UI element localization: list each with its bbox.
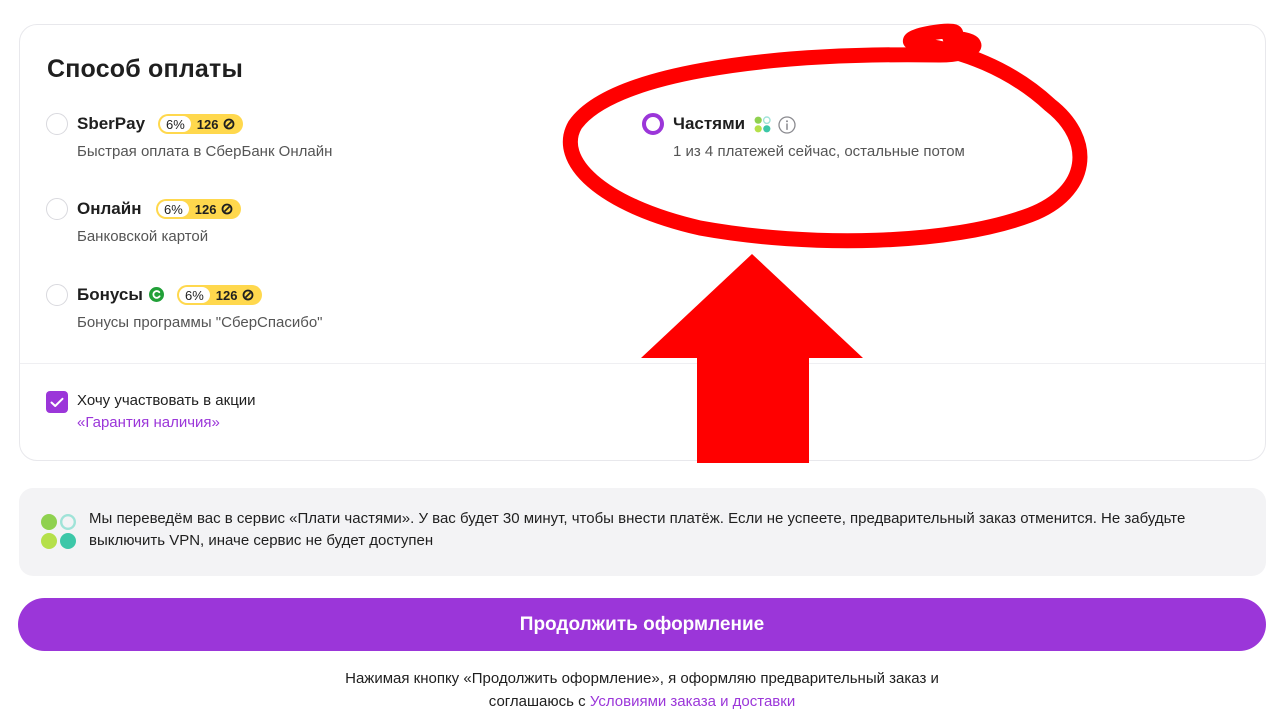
badge-points: 126: [215, 287, 238, 303]
option-desc-online: Банковской картой: [77, 228, 209, 245]
terms-prefix: соглашаюсь с: [488, 693, 590, 710]
payment-method-title: Способ оплаты: [47, 55, 244, 83]
terms-footer: Нажимая кнопку «Продолжить оформление», …: [0, 667, 1280, 713]
cashback-badge-bonuses: 6% 126: [177, 285, 262, 305]
radio-installments[interactable]: [642, 113, 664, 135]
divider: [20, 363, 1265, 364]
option-name-sberpay: SberPay: [77, 114, 146, 133]
option-name-installments: Частями: [673, 114, 746, 133]
promo-checkbox-label: Хочу участвовать в акции: [77, 392, 256, 409]
installments-dots-icon: [754, 116, 771, 133]
coin-icon: [242, 289, 253, 301]
cashback-badge-online: 6% 126: [156, 199, 241, 219]
option-desc-installments: 1 из 4 платежей сейчас, остальные потом: [673, 143, 965, 160]
option-name-bonuses: Бонусы: [77, 285, 143, 304]
radio-bonuses[interactable]: [46, 284, 68, 306]
badge-points: 126: [196, 116, 219, 132]
option-name-online: Онлайн: [77, 199, 142, 218]
payment-method-card: Способ оплаты SberPay 6% 126 Быстрая опл…: [19, 24, 1266, 461]
badge-percent: 6%: [160, 116, 191, 132]
sberspasibo-icon: [149, 287, 164, 302]
continue-checkout-button[interactable]: Продолжить оформление: [18, 598, 1266, 651]
badge-percent: 6%: [158, 201, 189, 217]
installments-dots-icon: [41, 513, 77, 549]
installments-info-text: Мы переведём вас в сервис «Плати частями…: [89, 510, 1186, 549]
coin-icon: [221, 203, 232, 215]
option-desc-sberpay: Быстрая оплата в СберБанк Онлайн: [77, 143, 333, 160]
radio-online[interactable]: [46, 198, 68, 220]
checkmark-icon: [50, 397, 64, 407]
order-terms-link[interactable]: Условиями заказа и доставки: [590, 693, 795, 710]
promo-guarantee-link[interactable]: «Гарантия наличия»: [77, 414, 220, 431]
radio-sberpay[interactable]: [46, 113, 68, 135]
terms-line-1: Нажимая кнопку «Продолжить оформление», …: [345, 670, 939, 687]
badge-percent: 6%: [179, 287, 210, 303]
promo-checkbox[interactable]: [46, 391, 68, 413]
terms-line-2: соглашаюсь с Условиями заказа и доставки: [0, 690, 1280, 713]
installments-info-box: Мы переведём вас в сервис «Плати частями…: [19, 488, 1266, 576]
cashback-badge-sberpay: 6% 126: [158, 114, 243, 134]
badge-points: 126: [194, 201, 217, 217]
info-icon[interactable]: [778, 116, 796, 134]
option-desc-bonuses: Бонусы программы "СберСпасибо": [77, 314, 323, 331]
coin-icon: [223, 118, 234, 130]
